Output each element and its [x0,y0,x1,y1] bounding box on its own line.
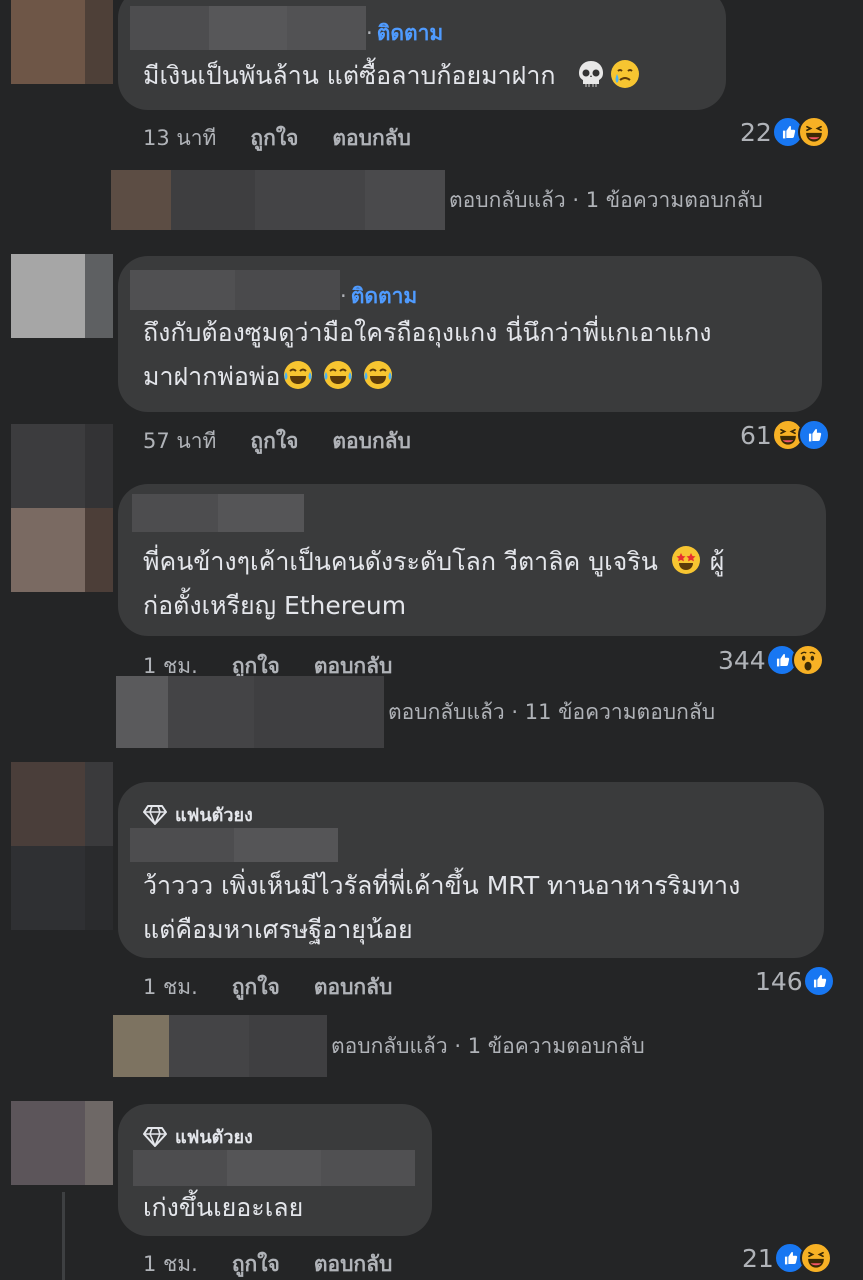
avatar[interactable] [11,0,113,84]
timestamp[interactable]: 13 นาที [143,122,216,155]
comment-text: เก่งขึ้นเยอะเลย [143,1193,304,1222]
reply-avatar[interactable] [11,424,113,508]
reaction-summary[interactable]: 61 [740,419,830,451]
skull-emoji [575,58,607,90]
like-button[interactable]: ถูกใจ [232,1248,280,1280]
like-button[interactable]: ถูกใจ [250,425,298,458]
reply-avatars [116,676,384,748]
reply-button[interactable]: ตอบกลับ [314,971,393,1004]
replies-text: ตอบกลับแล้ว · 11 ข้อความตอบกลับ [388,699,716,724]
comment-actions: 1 ชม. ถูกใจ ตอบกลับ [143,1248,392,1280]
reaction-summary[interactable]: 344 [718,644,824,676]
comment-text: ถึงกับต้องซูมดูว่ามือใครถือถุงแกง นี่นึก… [143,318,712,391]
reply-button[interactable]: ตอบกลับ [314,1248,393,1280]
replies-link[interactable]: ตอบกลับแล้ว · 1 ข้อความตอบกลับ [111,170,763,230]
replies-text: ตอบกลับแล้ว · 1 ข้อความตอบกลับ [331,1033,645,1058]
author-name[interactable] [132,494,304,532]
replies-link[interactable]: ตอบกลับแล้ว · 11 ข้อความตอบกลับ [116,676,716,748]
haha-icon [799,1242,832,1274]
reaction-count: 61 [740,420,772,450]
like-icon [797,419,830,451]
timestamp[interactable]: 1 ชม. [143,1248,198,1280]
tears-of-joy-emoji [282,359,314,391]
diamond-icon [143,804,167,826]
reaction-count: 21 [742,1243,774,1273]
reply-button[interactable]: ตอบกลับ [332,122,411,155]
reply-button[interactable]: ตอบกลับ [332,425,411,458]
like-button[interactable]: ถูกใจ [250,122,298,155]
avatar-secondary [11,846,113,930]
follow-link[interactable]: · ติดตาม [340,280,417,313]
reply-avatars [111,170,445,230]
reaction-summary[interactable]: 22 [740,116,830,148]
reaction-count: 344 [718,645,766,675]
author-name[interactable] [130,6,366,50]
reaction-count: 22 [740,117,772,147]
reaction-count: 146 [755,966,803,996]
author-name[interactable] [130,828,338,862]
wow-icon [791,644,824,676]
avatar[interactable] [11,508,113,592]
follow-link[interactable]: · ติดตาม [366,17,443,50]
tears-of-joy-emoji [322,359,354,391]
crying-emoji [609,58,641,90]
comment-actions: 13 นาที ถูกใจ ตอบกลับ [143,122,411,155]
replies-link[interactable]: ตอบกลับแล้ว · 1 ข้อความตอบกลับ [113,1015,645,1077]
avatar[interactable] [11,762,113,846]
reaction-summary[interactable]: 146 [755,965,835,997]
comment-text: มีเงินเป็นพันล้าน แต่ซื้อลาบก้อยมาฝาก [143,54,641,98]
comment-actions: 1 ชม. ถูกใจ ตอบกลับ [143,971,392,1004]
top-fan-badge: แฟนตัวยง [143,800,253,829]
comment-text: พี่คนข้างๆเค้าเป็นคนดังระดับโลก วีตาลิค … [143,540,724,628]
avatar[interactable] [11,1101,113,1185]
replies-text: ตอบกลับแล้ว · 1 ข้อความตอบกลับ [449,187,763,212]
diamond-icon [143,1126,167,1148]
tears-of-joy-emoji [362,359,394,391]
comment-text: ว้าววว เพิ่งเห็นมีไวรัลที่พี่เค้าขึ้น MR… [143,871,741,944]
like-icon [802,965,835,997]
author-name[interactable] [133,1150,415,1186]
star-struck-emoji [670,544,702,576]
thread-line [62,1192,65,1280]
top-fan-badge: แฟนตัวยง [143,1122,253,1151]
author-name[interactable] [130,270,340,310]
timestamp[interactable]: 57 นาที [143,425,216,458]
comment-actions: 57 นาที ถูกใจ ตอบกลับ [143,425,411,458]
timestamp[interactable]: 1 ชม. [143,971,198,1004]
like-button[interactable]: ถูกใจ [232,971,280,1004]
reaction-summary[interactable]: 21 [742,1242,832,1274]
haha-icon [797,116,830,148]
reply-avatars [113,1015,327,1077]
avatar[interactable] [11,254,113,338]
